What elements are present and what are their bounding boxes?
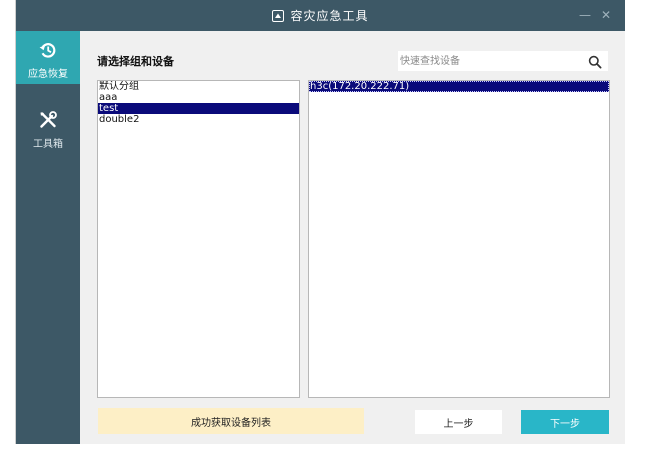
sidebar-item-toolbox[interactable]: 工具箱 bbox=[16, 101, 80, 154]
page-title: 请选择组和设备 bbox=[97, 55, 174, 68]
minimize-button[interactable]: — bbox=[579, 8, 591, 22]
list-item-device-selected[interactable]: h3c(172.20.222.71) bbox=[309, 81, 609, 92]
group-list[interactable]: 默认分组 aaa test double2 bbox=[97, 80, 300, 398]
sidebar: 应急恢复 工具箱 bbox=[16, 31, 80, 444]
close-button[interactable]: ✕ bbox=[601, 8, 611, 22]
title-bar[interactable]: 容灾应急工具 — ✕ bbox=[16, 0, 625, 31]
sidebar-item-label: 工具箱 bbox=[33, 139, 63, 150]
restore-history-icon bbox=[16, 40, 80, 60]
tools-icon bbox=[16, 110, 80, 130]
device-list[interactable]: h3c(172.20.222.71) bbox=[308, 80, 610, 398]
search-box bbox=[397, 50, 609, 72]
sidebar-item-label: 应急恢复 bbox=[28, 69, 68, 80]
next-step-button[interactable]: 下一步 bbox=[521, 410, 609, 434]
previous-step-button[interactable]: 上一步 bbox=[415, 410, 502, 434]
status-message: 成功获取设备列表 bbox=[98, 408, 364, 434]
list-item-group-selected[interactable]: test bbox=[98, 103, 299, 114]
window-title: 容灾应急工具 bbox=[290, 9, 369, 23]
app-window: 容灾应急工具 — ✕ 应急恢复 工具箱 请选择组和设备 快速查找设备 默认分组 … bbox=[15, 0, 625, 444]
sidebar-item-emergency-recovery[interactable]: 应急恢复 bbox=[16, 31, 80, 84]
search-icon[interactable] bbox=[588, 55, 602, 69]
list-item-group[interactable]: 默认分组 bbox=[98, 81, 299, 92]
device-search-input[interactable] bbox=[398, 52, 580, 70]
main-panel: 请选择组和设备 默认分组 aaa test double2 h3c(172.20… bbox=[80, 31, 625, 444]
list-item-group[interactable]: double2 bbox=[98, 114, 299, 125]
list-item-group[interactable]: aaa bbox=[98, 92, 299, 103]
app-logo-icon bbox=[272, 9, 285, 22]
title-wrap: 容灾应急工具 bbox=[16, 0, 625, 31]
